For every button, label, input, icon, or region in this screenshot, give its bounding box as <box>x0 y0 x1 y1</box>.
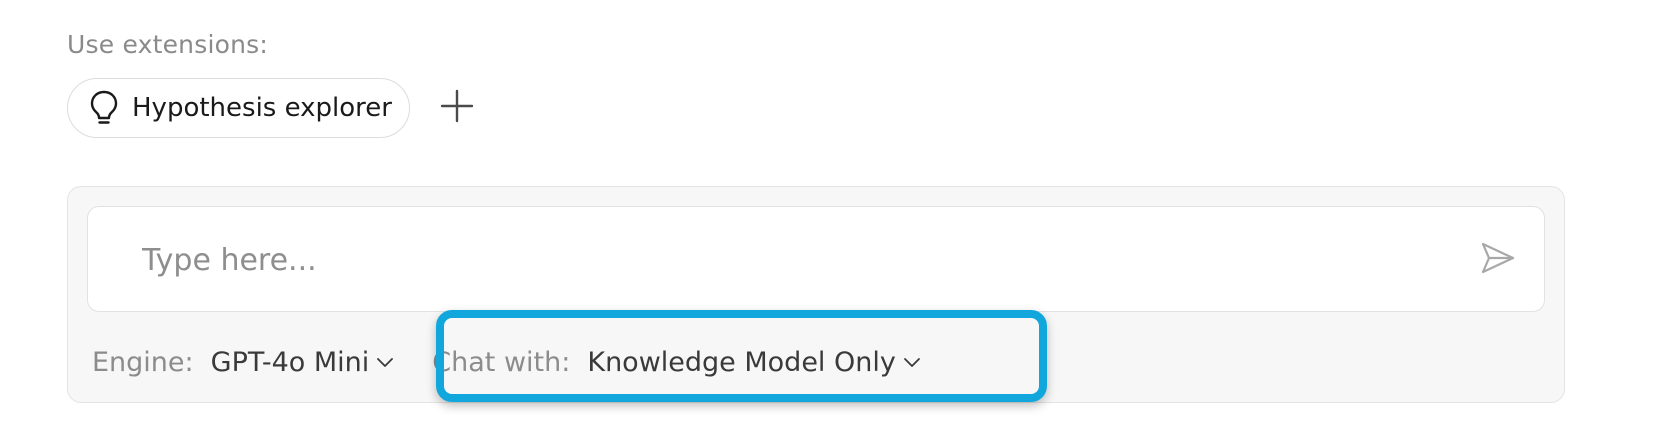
chevron-down-icon <box>903 356 921 368</box>
lightbulb-icon <box>88 89 120 127</box>
composer-controls: Engine: GPT-4o Mini Chat with: Knowledge… <box>92 340 921 384</box>
extensions-row: Hypothesis explorer <box>67 78 477 138</box>
send-icon <box>1480 241 1516 279</box>
engine-label: Engine: <box>92 346 194 378</box>
engine-value: GPT-4o Mini <box>210 346 370 378</box>
message-input[interactable] <box>140 233 1444 287</box>
add-extension-button[interactable] <box>437 88 477 128</box>
extensions-heading: Use extensions: <box>67 30 268 59</box>
extension-chip-hypothesis-explorer[interactable]: Hypothesis explorer <box>67 78 410 138</box>
chat-with-value: Knowledge Model Only <box>587 346 896 378</box>
message-input-box <box>87 206 1545 312</box>
engine-select[interactable]: Engine: GPT-4o Mini <box>92 347 394 378</box>
chevron-down-icon <box>376 356 394 368</box>
chat-composer: Engine: GPT-4o Mini Chat with: Knowledge… <box>67 186 1565 403</box>
chat-with-label: Chat with: <box>432 346 571 378</box>
chat-with-select[interactable]: Chat with: Knowledge Model Only <box>432 347 921 378</box>
send-button[interactable] <box>1478 240 1518 280</box>
plus-icon <box>440 89 474 127</box>
extension-chip-label: Hypothesis explorer <box>132 93 392 123</box>
